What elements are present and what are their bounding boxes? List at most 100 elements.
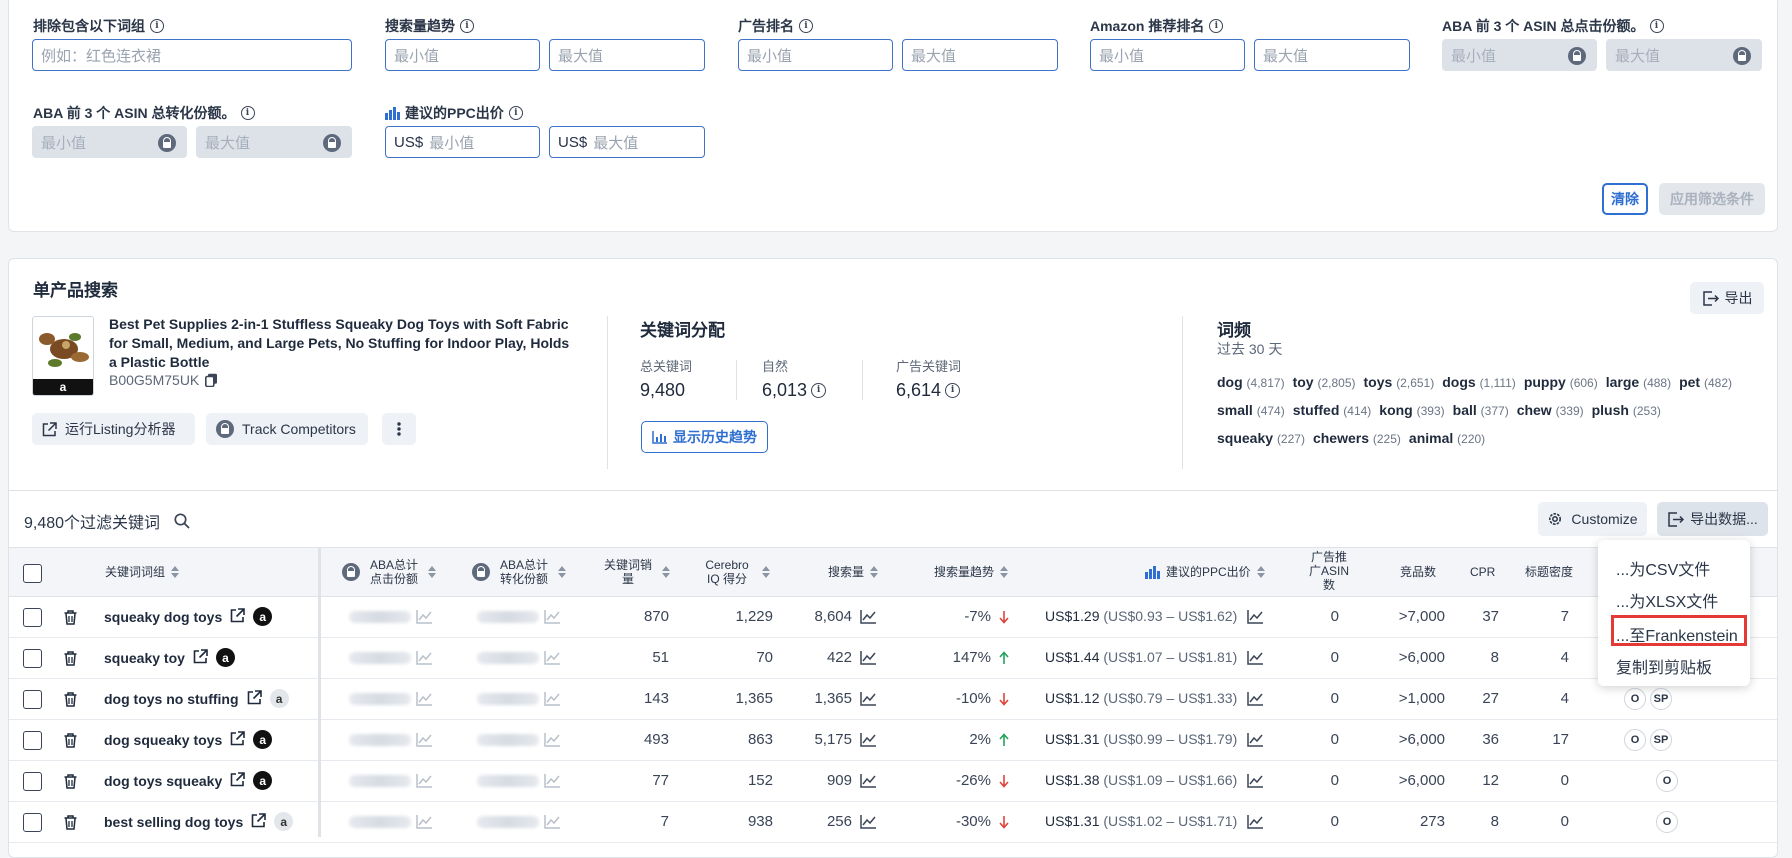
external-link-icon[interactable] xyxy=(230,607,246,626)
info-icon[interactable]: i xyxy=(799,19,813,33)
external-link-icon[interactable] xyxy=(230,771,246,790)
trend-chart-icon[interactable] xyxy=(860,651,876,665)
trash-icon[interactable] xyxy=(64,774,77,789)
amazon-rec-rank-min-input[interactable]: 最小值 xyxy=(1090,39,1245,71)
table-row[interactable]: best selling dog toys a 7 938 256 -30% U… xyxy=(9,802,1777,843)
search-trend: -10% xyxy=(955,690,991,707)
row-checkbox[interactable] xyxy=(23,772,42,791)
keyword-sales: 870 xyxy=(643,608,669,625)
info-icon[interactable]: i xyxy=(1209,19,1224,33)
table-row[interactable]: dog toys no stuffing a 143 1,365 1,365 -… xyxy=(9,679,1777,720)
apply-filters-button[interactable]: 应用筛选条件 xyxy=(1659,183,1765,215)
trend-chart-icon[interactable] xyxy=(1247,733,1263,747)
trash-icon[interactable] xyxy=(64,610,77,625)
trend-chart-icon[interactable] xyxy=(860,815,876,829)
trend-chart-icon[interactable] xyxy=(860,774,876,788)
table-row[interactable]: dog squeaky toys a 493 863 5,175 2% US$1… xyxy=(9,720,1777,761)
export-csv-item[interactable]: ...为CSV文件 xyxy=(1616,556,1710,580)
info-icon[interactable]: i xyxy=(1649,19,1664,33)
col-cpr[interactable]: CPR xyxy=(1470,565,1495,579)
trash-icon[interactable] xyxy=(64,815,77,830)
ppc-bid-min-input[interactable]: US$ 最小值 xyxy=(385,126,540,158)
row-checkbox[interactable] xyxy=(23,813,42,832)
col-title-density[interactable]: 标题密度 xyxy=(1525,565,1573,579)
more-options-button[interactable] xyxy=(382,413,416,445)
trash-icon[interactable] xyxy=(64,692,77,707)
col-aba-click[interactable]: ABA总计点击份额 xyxy=(342,558,436,586)
trend-chart-icon[interactable] xyxy=(544,815,560,829)
row-checkbox[interactable] xyxy=(23,690,42,709)
table-row[interactable]: squeaky dog toys a 870 1,229 8,604 -7% U… xyxy=(9,597,1777,638)
customize-button[interactable]: Customize xyxy=(1538,502,1647,536)
trend-chart-icon[interactable] xyxy=(860,610,876,624)
blurred-value xyxy=(477,652,539,664)
search-icon[interactable] xyxy=(174,513,190,529)
search-trend-max-input[interactable]: 最大值 xyxy=(549,39,705,71)
trend-chart-icon[interactable] xyxy=(544,610,560,624)
trend-chart-icon[interactable] xyxy=(1247,610,1263,624)
export-xlsx-item[interactable]: ...为XLSX文件 xyxy=(1616,588,1718,612)
clear-button[interactable]: 清除 xyxy=(1602,183,1648,215)
info-icon[interactable]: i xyxy=(811,383,827,398)
export-button[interactable]: 导出 xyxy=(1690,282,1764,314)
trend-chart-icon[interactable] xyxy=(544,733,560,747)
col-search-trend[interactable]: 搜索量趋势 xyxy=(934,565,1008,579)
trend-chart-icon[interactable] xyxy=(416,815,432,829)
col-competitors[interactable]: 竞品数 xyxy=(1400,565,1436,579)
trend-chart-icon[interactable] xyxy=(416,651,432,665)
trend-chart-icon[interactable] xyxy=(544,651,560,665)
col-search-volume[interactable]: 搜索量 xyxy=(828,565,878,579)
external-link-icon[interactable] xyxy=(251,812,267,831)
trend-chart-icon[interactable] xyxy=(1247,692,1263,706)
search-trend-min-input[interactable]: 最小值 xyxy=(385,39,540,71)
col-ad-asin[interactable]: 广告推广ASIN数 xyxy=(1308,550,1350,592)
ad-rank-max-input[interactable]: 最大值 xyxy=(902,39,1058,71)
col-keyword[interactable]: 关键词词组 xyxy=(105,565,179,579)
trend-chart-icon[interactable] xyxy=(416,774,432,788)
trend-chart-icon[interactable] xyxy=(1247,651,1263,665)
trend-chart-icon[interactable] xyxy=(544,774,560,788)
select-all-checkbox[interactable] xyxy=(23,564,42,583)
export-data-button[interactable]: 导出数据... xyxy=(1657,502,1768,536)
trash-icon[interactable] xyxy=(64,651,77,666)
amazon-rec-rank-max-input[interactable]: 最大值 xyxy=(1254,39,1410,71)
external-link-icon[interactable] xyxy=(193,648,208,667)
exclude-words-input[interactable]: 例如：红色连衣裙 xyxy=(32,39,352,71)
external-link-icon[interactable] xyxy=(230,730,246,749)
row-checkbox[interactable] xyxy=(23,608,42,627)
cerebro-iq: 863 xyxy=(747,731,773,748)
trend-chart-icon[interactable] xyxy=(1247,774,1263,788)
product-thumbnail[interactable]: a xyxy=(32,316,94,396)
ppc-bid-max-input[interactable]: US$ 最大值 xyxy=(549,126,705,158)
col-aba-conv[interactable]: ABA总计转化份额 xyxy=(472,558,566,586)
copy-clipboard-item[interactable]: 复制到剪贴板 xyxy=(1616,654,1712,678)
info-icon[interactable]: i xyxy=(945,383,961,398)
info-icon[interactable]: i xyxy=(508,106,523,120)
trend-chart-icon[interactable] xyxy=(416,610,432,624)
trend-chart-icon[interactable] xyxy=(1247,815,1263,829)
trash-icon[interactable] xyxy=(64,733,77,748)
show-history-button[interactable]: 显示历史趋势 xyxy=(641,421,768,453)
track-competitors-button[interactable]: Track Competitors xyxy=(206,413,368,445)
table-row[interactable]: squeaky toy a 51 70 422 147% US$1.44 (US… xyxy=(9,638,1777,679)
copy-icon[interactable] xyxy=(205,373,218,387)
trend-chart-icon[interactable] xyxy=(860,733,876,747)
col-ppc-bid[interactable]: 建议的PPC出价 xyxy=(1145,565,1265,579)
info-icon[interactable]: i xyxy=(150,19,164,33)
ad-rank-min-input[interactable]: 最小值 xyxy=(738,39,893,71)
trend-chart-icon[interactable] xyxy=(860,692,876,706)
row-checkbox[interactable] xyxy=(23,649,42,668)
external-link-icon[interactable] xyxy=(247,689,262,708)
info-icon[interactable]: i xyxy=(460,19,474,33)
info-icon[interactable]: i xyxy=(240,106,255,120)
row-checkbox[interactable] xyxy=(23,731,42,750)
table-row[interactable]: dog toys squeaky a 77 152 909 -26% US$1.… xyxy=(9,761,1777,802)
col-keyword-sales[interactable]: 关键词销量 xyxy=(600,558,670,586)
trend-chart-icon[interactable] xyxy=(544,692,560,706)
col-cerebro-iq[interactable]: Cerebro IQ 得分 xyxy=(698,558,770,586)
lock-icon xyxy=(323,134,341,152)
word-frequency-item: chewers (225) xyxy=(1312,430,1401,446)
trend-chart-icon[interactable] xyxy=(416,733,432,747)
run-listing-analyzer-button[interactable]: 运行Listing分析器 xyxy=(32,413,195,445)
trend-chart-icon[interactable] xyxy=(416,692,432,706)
